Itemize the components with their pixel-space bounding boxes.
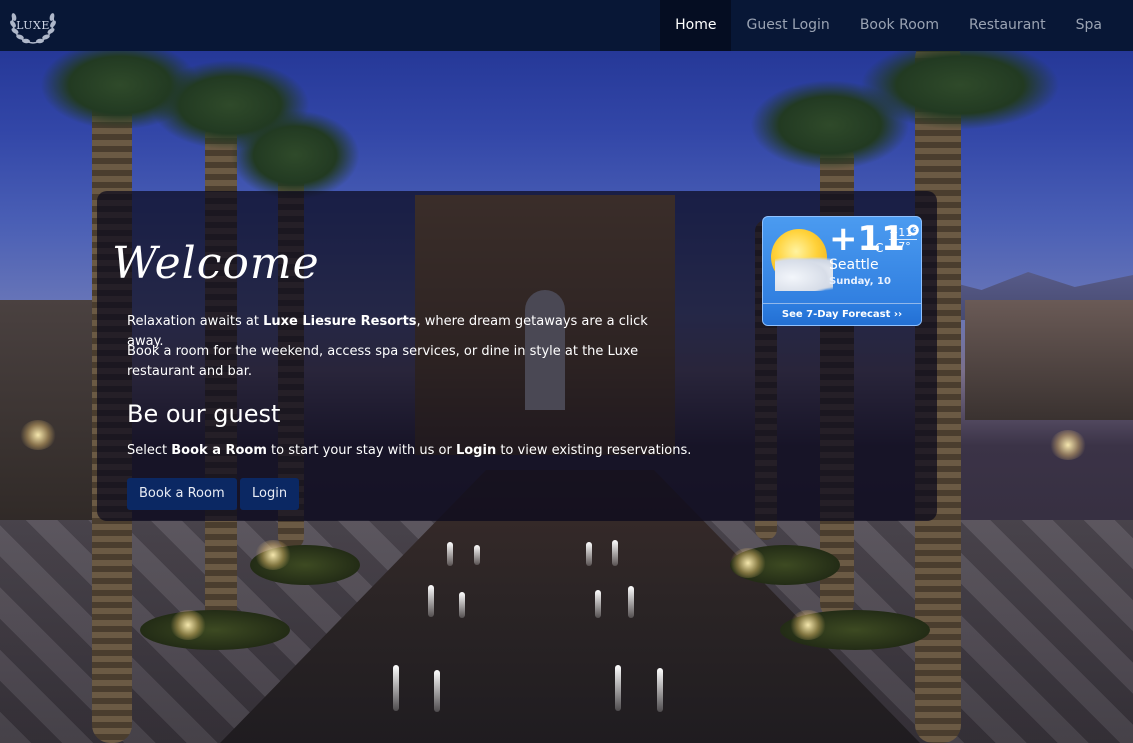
resort-name: Luxe Liesure Resorts bbox=[263, 314, 417, 329]
login-button[interactable]: Login bbox=[240, 478, 300, 510]
nav-guest-login[interactable]: Guest Login bbox=[731, 0, 844, 51]
fountain-jet bbox=[459, 592, 465, 618]
guest-instructions: Select Book a Room to start your stay wi… bbox=[127, 441, 747, 461]
garden-light bbox=[170, 610, 206, 640]
garden-light bbox=[1050, 430, 1086, 460]
weather-city: Seattle bbox=[829, 257, 879, 273]
fountain-jet bbox=[434, 670, 440, 712]
garden-light bbox=[790, 610, 826, 640]
guest-text-suffix: to view existing reservations. bbox=[496, 443, 692, 458]
page: LUXE Home Guest Login Book Room Restaura… bbox=[0, 0, 1133, 743]
forecast-link[interactable]: See 7-Day Forecast ›› bbox=[763, 303, 921, 325]
fountain-jet bbox=[657, 668, 663, 712]
brand-logo-text: LUXE bbox=[16, 18, 50, 32]
fountain-jet bbox=[612, 540, 618, 566]
intro-text-prefix: Relaxation awaits at bbox=[127, 314, 264, 329]
shrub bbox=[140, 610, 290, 650]
palm-fronds bbox=[860, 40, 1060, 130]
fountain-jet bbox=[428, 585, 434, 617]
fountain-jet bbox=[447, 542, 453, 566]
garden-light bbox=[730, 548, 766, 578]
fountain-jet bbox=[586, 542, 592, 566]
fountain-jet bbox=[393, 665, 399, 711]
fountain-jet bbox=[615, 665, 621, 711]
weather-widget[interactable]: +11° C +11° +7° Seattle Sunday, 10 See 7… bbox=[762, 216, 922, 326]
cloud-icon bbox=[775, 257, 833, 291]
nav-restaurant[interactable]: Restaurant bbox=[954, 0, 1061, 51]
guest-text-login: Login bbox=[455, 443, 497, 458]
fountain-jet bbox=[628, 586, 634, 618]
welcome-heading: Welcome bbox=[112, 238, 320, 289]
guest-text-prefix: Select bbox=[127, 443, 172, 458]
weather-high: +11° bbox=[889, 226, 918, 239]
palm-fronds bbox=[230, 110, 360, 200]
background-building-right bbox=[965, 300, 1133, 420]
guest-text-book-room: Book a Room bbox=[171, 443, 267, 458]
garden-light bbox=[255, 540, 291, 570]
weather-unit: C bbox=[875, 241, 884, 255]
fountain-jet bbox=[474, 545, 480, 565]
weather-date: Sunday, 10 bbox=[829, 276, 891, 287]
weather-low: +7° bbox=[889, 240, 911, 253]
book-room-button[interactable]: Book a Room bbox=[127, 478, 237, 510]
nav-book-room[interactable]: Book Room bbox=[845, 0, 954, 51]
fountain-jet bbox=[595, 590, 601, 618]
brand-logo[interactable]: LUXE bbox=[7, 3, 59, 47]
main-nav: Home Guest Login Book Room Restaurant Sp… bbox=[660, 0, 1117, 51]
services-text: Book a room for the weekend, access spa … bbox=[127, 344, 639, 379]
top-navbar: LUXE Home Guest Login Book Room Restaura… bbox=[0, 0, 1133, 51]
nav-home[interactable]: Home bbox=[660, 0, 732, 51]
guest-heading: Be our guest bbox=[127, 400, 281, 428]
guest-text-middle: to start your stay with us or bbox=[266, 443, 456, 458]
nav-spa[interactable]: Spa bbox=[1061, 0, 1117, 51]
garden-light bbox=[20, 420, 56, 450]
